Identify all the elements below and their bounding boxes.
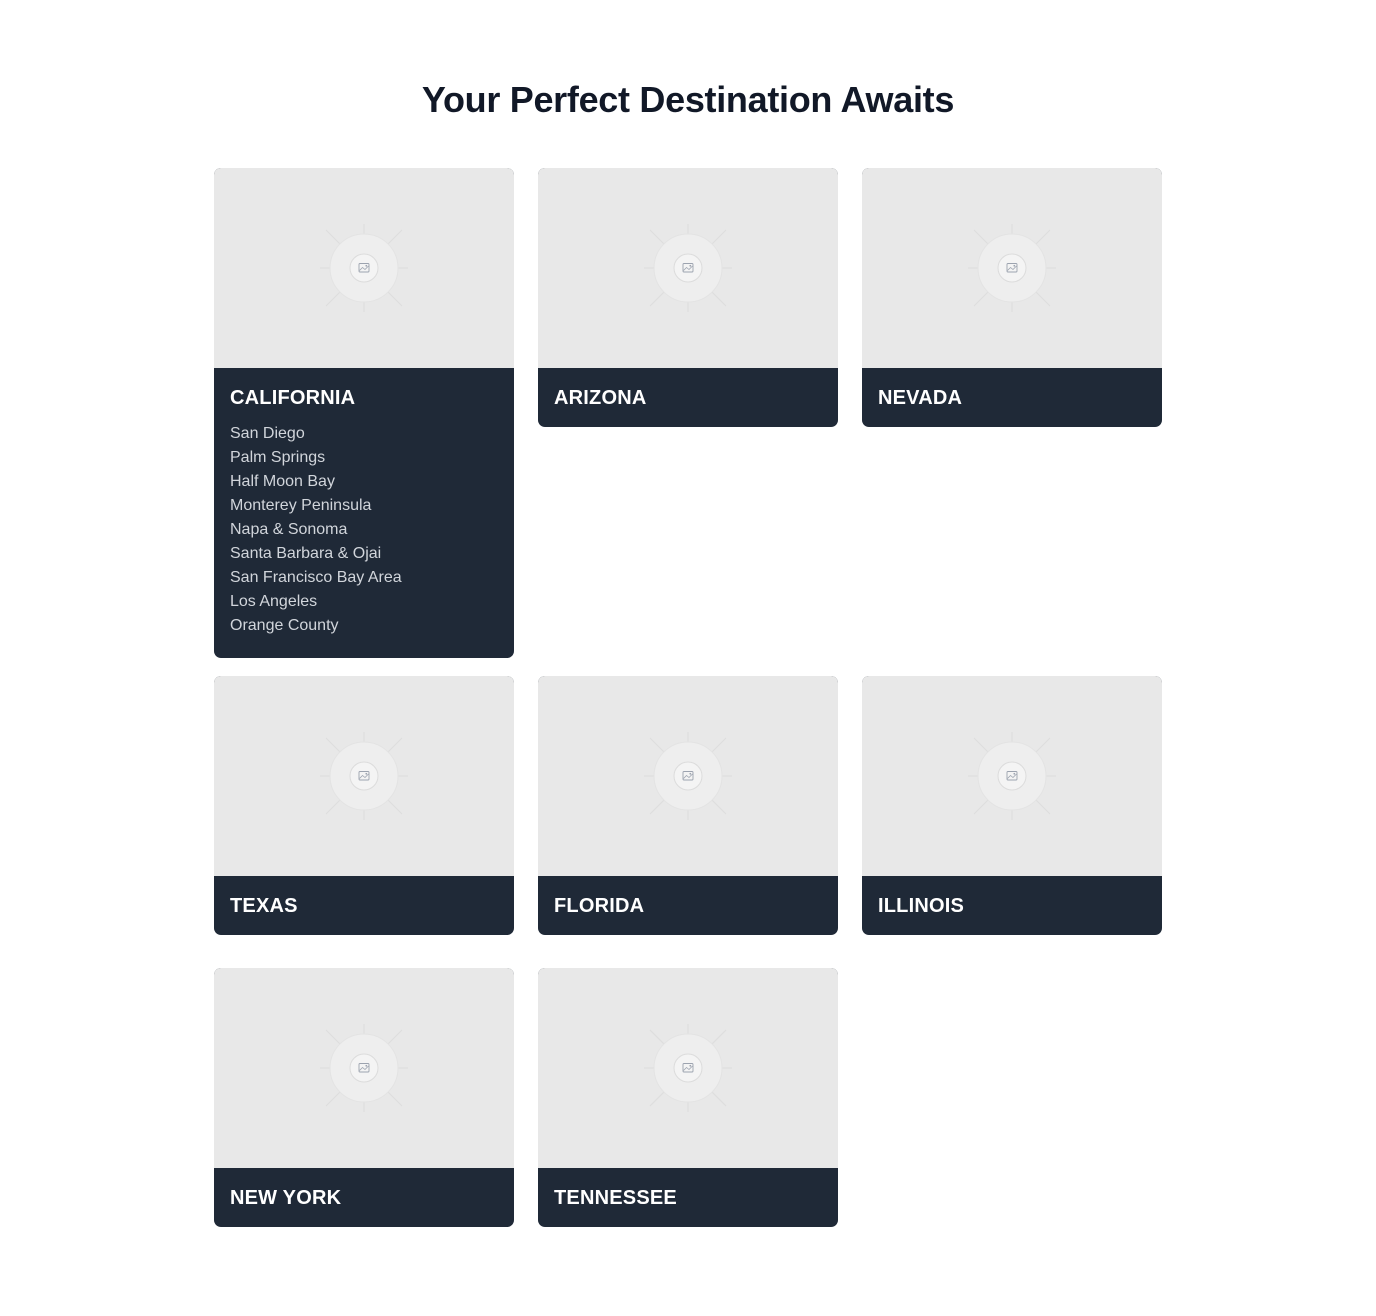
city-link-palm-springs[interactable]: Palm Springs xyxy=(230,446,498,470)
city-link-napa-sonoma[interactable]: Napa & Sonoma xyxy=(230,518,498,542)
city-link-san-francisco-bay-area[interactable]: San Francisco Bay Area xyxy=(230,566,498,590)
card-image-placeholder xyxy=(214,168,514,368)
image-placeholder-icon xyxy=(638,218,738,318)
image-placeholder-icon xyxy=(962,726,1062,826)
card-image-placeholder xyxy=(862,676,1162,876)
destination-card-texas[interactable]: TEXAS xyxy=(214,676,514,935)
image-placeholder-icon xyxy=(638,1018,738,1118)
card-body: ILLINOIS xyxy=(862,876,1162,935)
card-title: NEW YORK xyxy=(230,1187,342,1209)
city-link-los-angeles[interactable]: Los Angeles xyxy=(230,590,498,614)
card-image-placeholder xyxy=(538,676,838,876)
card-body: CALIFORNIA San Diego Palm Springs Half M… xyxy=(214,368,514,658)
card-title: TEXAS xyxy=(230,895,298,917)
card-image-placeholder xyxy=(862,168,1162,368)
destination-card-illinois[interactable]: ILLINOIS xyxy=(862,676,1162,935)
destination-card-arizona[interactable]: ARIZONA xyxy=(538,168,838,427)
page-title: Your Perfect Destination Awaits xyxy=(421,79,955,120)
destination-card-florida[interactable]: FLORIDA xyxy=(538,676,838,935)
city-link-san-diego[interactable]: San Diego xyxy=(230,422,498,446)
city-link-orange-county[interactable]: Orange County xyxy=(230,614,498,638)
card-image-placeholder xyxy=(214,968,514,1168)
card-body: TEXAS xyxy=(214,876,514,935)
city-link-santa-barbara-ojai[interactable]: Santa Barbara & Ojai xyxy=(230,542,498,566)
destination-card-nevada[interactable]: NEVADA xyxy=(862,168,1162,427)
card-body: FLORIDA xyxy=(538,876,838,935)
card-title: CALIFORNIA xyxy=(230,387,356,409)
card-image-placeholder xyxy=(538,968,838,1168)
card-title: ARIZONA xyxy=(554,387,647,409)
card-body: TENNESSEE xyxy=(538,1168,838,1227)
card-title: TENNESSEE xyxy=(554,1187,677,1209)
city-link-monterey-peninsula[interactable]: Monterey Peninsula xyxy=(230,494,498,518)
card-title: ILLINOIS xyxy=(878,895,965,917)
card-image-placeholder xyxy=(538,168,838,368)
image-placeholder-icon xyxy=(314,726,414,826)
destination-card-new-york[interactable]: NEW YORK xyxy=(214,968,514,1227)
image-placeholder-icon xyxy=(314,1018,414,1118)
card-title: FLORIDA xyxy=(554,895,645,917)
card-image-placeholder xyxy=(214,676,514,876)
city-list: San Diego Palm Springs Half Moon Bay Mon… xyxy=(230,422,498,642)
image-placeholder-icon xyxy=(962,218,1062,318)
destination-card-tennessee[interactable]: TENNESSEE xyxy=(538,968,838,1227)
card-body: NEW YORK xyxy=(214,1168,514,1227)
city-link-half-moon-bay[interactable]: Half Moon Bay xyxy=(230,470,498,494)
card-title: NEVADA xyxy=(878,387,963,409)
card-body: ARIZONA xyxy=(538,368,838,427)
image-placeholder-icon xyxy=(638,726,738,826)
image-placeholder-icon xyxy=(314,218,414,318)
card-body: NEVADA xyxy=(862,368,1162,427)
destination-card-california[interactable]: CALIFORNIA San Diego Palm Springs Half M… xyxy=(214,168,514,658)
